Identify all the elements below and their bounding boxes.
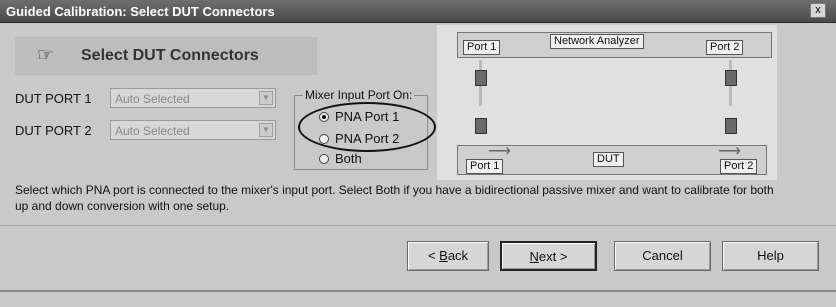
dut-port2-value: Auto Selected xyxy=(115,124,190,138)
chevron-down-icon[interactable]: ▼ xyxy=(259,123,273,137)
connector-icon xyxy=(475,118,487,134)
dut-box: ⟶ ⟶ Port 1 DUT Port 2 xyxy=(457,143,767,175)
dut-port2-label: DUT PORT 2 xyxy=(15,123,92,138)
dut-port2-tag: Port 2 xyxy=(720,159,758,174)
help-button[interactable]: Help xyxy=(722,241,819,271)
arrow-right-icon: ⟶ xyxy=(718,143,741,160)
group-legend: Mixer Input Port On: xyxy=(303,88,415,102)
chevron-down-icon[interactable]: ▼ xyxy=(259,91,273,105)
dut-label: DUT xyxy=(593,152,624,167)
dut-port1-value: Auto Selected xyxy=(115,92,190,106)
connection-diagram: Port 1 Network Analyzer Port 2 ⟶ ⟶ Port … xyxy=(437,25,777,180)
radio-label: Both xyxy=(335,151,362,166)
dut-port1-select[interactable]: Auto Selected ▼ xyxy=(110,88,276,108)
analyzer-port1-tag: Port 1 xyxy=(463,40,501,55)
connector-icon xyxy=(475,70,487,86)
dut-port2-select[interactable]: Auto Selected ▼ xyxy=(110,120,276,140)
arrow-right-icon: ⟶ xyxy=(488,143,511,160)
dut-port1-tag: Port 1 xyxy=(466,159,504,174)
step-title: Select DUT Connectors xyxy=(81,47,259,64)
connector-icon xyxy=(725,70,737,86)
dut-port1-label: DUT PORT 1 xyxy=(15,91,92,106)
network-analyzer-box: Port 1 Network Analyzer Port 2 xyxy=(457,32,772,58)
analyzer-label: Network Analyzer xyxy=(550,34,644,49)
analyzer-port2-tag: Port 2 xyxy=(706,40,744,55)
next-button[interactable]: Next > xyxy=(500,241,597,271)
step-header: ☞ Select DUT Connectors xyxy=(15,37,317,75)
hand-pointer-icon: ☞ xyxy=(37,45,55,66)
description-text: Select which PNA port is connected to th… xyxy=(15,183,774,213)
cancel-button[interactable]: Cancel xyxy=(614,241,711,271)
title-bar: Guided Calibration: Select DUT Connector… xyxy=(0,0,836,23)
connector-icon xyxy=(725,118,737,134)
back-button[interactable]: < Back xyxy=(407,241,489,271)
radio-both[interactable]: Both xyxy=(319,151,362,166)
radio-icon[interactable] xyxy=(319,154,329,164)
separator xyxy=(0,225,836,226)
highlight-ellipse xyxy=(298,102,436,152)
bottom-edge xyxy=(0,290,836,292)
close-button[interactable]: x xyxy=(810,3,826,18)
window-title: Guided Calibration: Select DUT Connector… xyxy=(6,4,275,19)
